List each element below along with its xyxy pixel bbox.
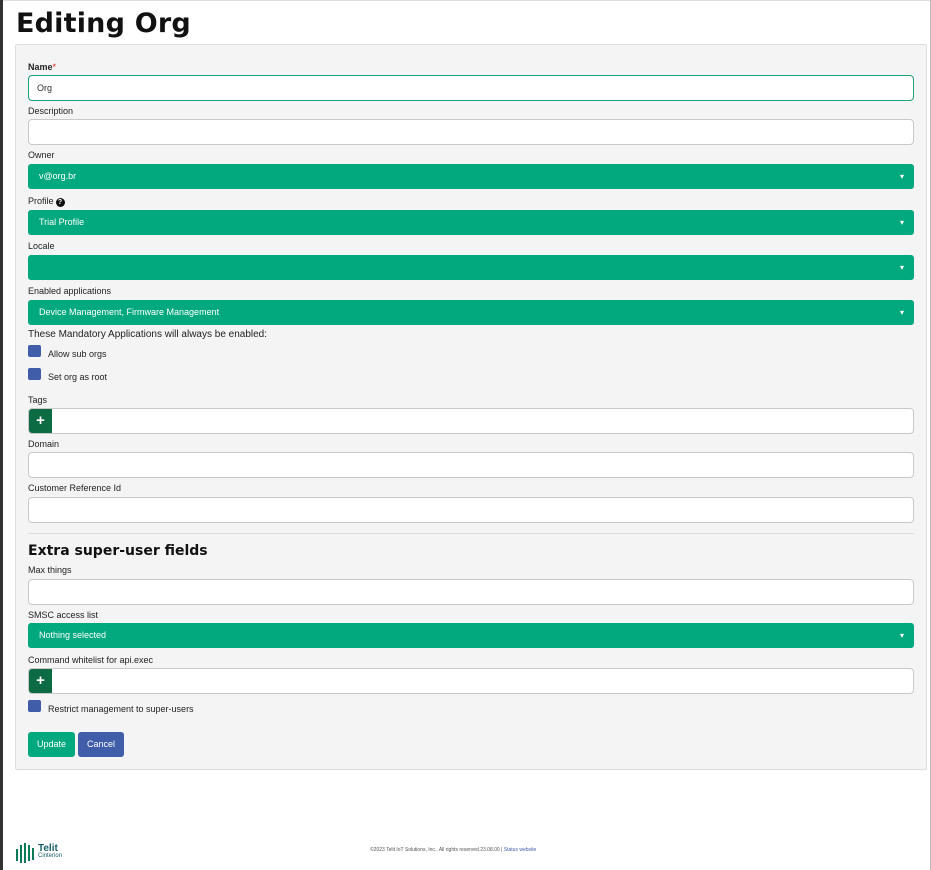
page-title: Editing Org <box>16 8 191 39</box>
set-org-as-root-checkbox[interactable] <box>28 368 41 380</box>
cancel-button[interactable]: Cancel <box>78 732 124 757</box>
window-left-border <box>0 0 3 870</box>
update-button[interactable]: Update <box>28 732 75 757</box>
footer-copyright: ©2023 Telit IoT Solutions, Inc.. All rig… <box>370 847 536 853</box>
restrict-management-label: Restrict management to super-users <box>48 704 194 714</box>
set-org-as-root-label: Set org as root <box>48 372 108 382</box>
locale-select[interactable]: ▾ <box>28 255 914 280</box>
owner-select-value: v@org.br <box>39 171 77 181</box>
domain-input[interactable] <box>28 452 914 478</box>
max-things-label: Max things <box>28 565 72 575</box>
plus-icon: + <box>36 412 45 429</box>
tags-input[interactable]: + <box>28 408 914 434</box>
command-whitelist-label: Command whitelist for api.exec <box>28 655 154 665</box>
description-input[interactable] <box>28 119 914 145</box>
caret-down-icon: ▾ <box>899 631 904 640</box>
plus-icon: + <box>36 672 45 689</box>
customer-reference-id-input[interactable] <box>28 497 914 523</box>
add-command-button[interactable]: + <box>29 669 52 693</box>
profile-label-text: Profile <box>28 196 54 206</box>
name-input[interactable]: Org <box>28 75 914 101</box>
command-whitelist-input[interactable]: + <box>28 668 914 694</box>
locale-label: Locale <box>28 241 55 251</box>
caret-down-icon: ▾ <box>899 263 904 272</box>
copyright-text: ©2023 Telit IoT Solutions, Inc.. All rig… <box>370 847 503 853</box>
name-label: Name* <box>28 62 56 72</box>
allow-sub-orgs-checkbox[interactable] <box>28 345 41 357</box>
enabled-applications-select[interactable]: Device Management, Firmware Management ▾ <box>28 300 914 325</box>
telit-logo[interactable]: Telit Cinterion <box>16 843 76 863</box>
domain-label: Domain <box>28 439 60 449</box>
owner-select[interactable]: v@org.br ▾ <box>28 164 914 189</box>
customer-reference-id-label: Customer Reference Id <box>28 483 122 493</box>
restrict-management-checkbox[interactable] <box>28 700 41 712</box>
section-divider <box>28 533 914 534</box>
enabled-applications-value: Device Management, Firmware Management <box>39 307 220 317</box>
caret-down-icon: ▾ <box>899 172 904 181</box>
enabled-applications-label: Enabled applications <box>28 286 112 296</box>
question-circle-icon[interactable]: ? <box>55 198 65 207</box>
max-things-input[interactable] <box>28 579 914 605</box>
name-label-text: Name <box>28 62 53 72</box>
required-mark: * <box>52 62 57 72</box>
caret-down-icon: ▾ <box>899 308 904 317</box>
status-website-link[interactable]: Status website <box>504 847 537 853</box>
description-label: Description <box>28 106 74 116</box>
mandatory-applications-note: These Mandatory Applications will always… <box>28 329 268 340</box>
window-top-border <box>0 0 931 1</box>
smsc-access-list-value: Nothing selected <box>39 630 107 640</box>
profile-select[interactable]: Trial Profile ▾ <box>28 210 914 235</box>
caret-down-icon: ▾ <box>899 218 904 227</box>
smsc-access-list-label: SMSC access list <box>28 610 99 620</box>
tags-label: Tags <box>28 395 48 405</box>
owner-label: Owner <box>28 150 55 160</box>
allow-sub-orgs-label: Allow sub orgs <box>48 349 107 359</box>
profile-select-value: Trial Profile <box>39 217 85 227</box>
smsc-access-list-select[interactable]: Nothing selected ▾ <box>28 623 914 648</box>
logo-text-cinterion: Cinterion <box>38 853 63 859</box>
add-tag-button[interactable]: + <box>29 409 52 433</box>
super-user-section-heading: Extra super-user fields <box>28 543 208 559</box>
profile-label: Profile? <box>28 196 65 207</box>
